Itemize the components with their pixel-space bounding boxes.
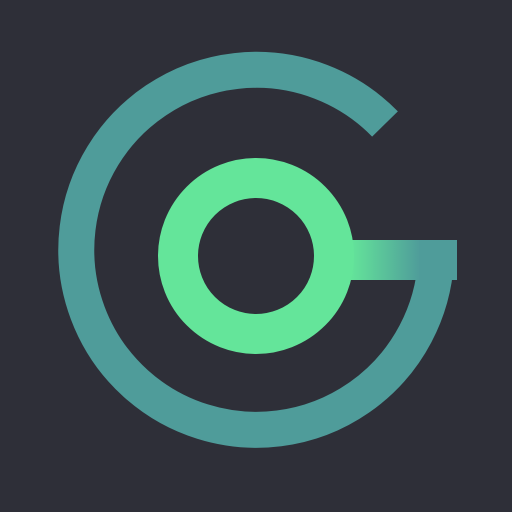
go-logo-icon — [0, 0, 512, 512]
g-crossbar — [345, 240, 457, 280]
app-icon — [0, 0, 512, 512]
